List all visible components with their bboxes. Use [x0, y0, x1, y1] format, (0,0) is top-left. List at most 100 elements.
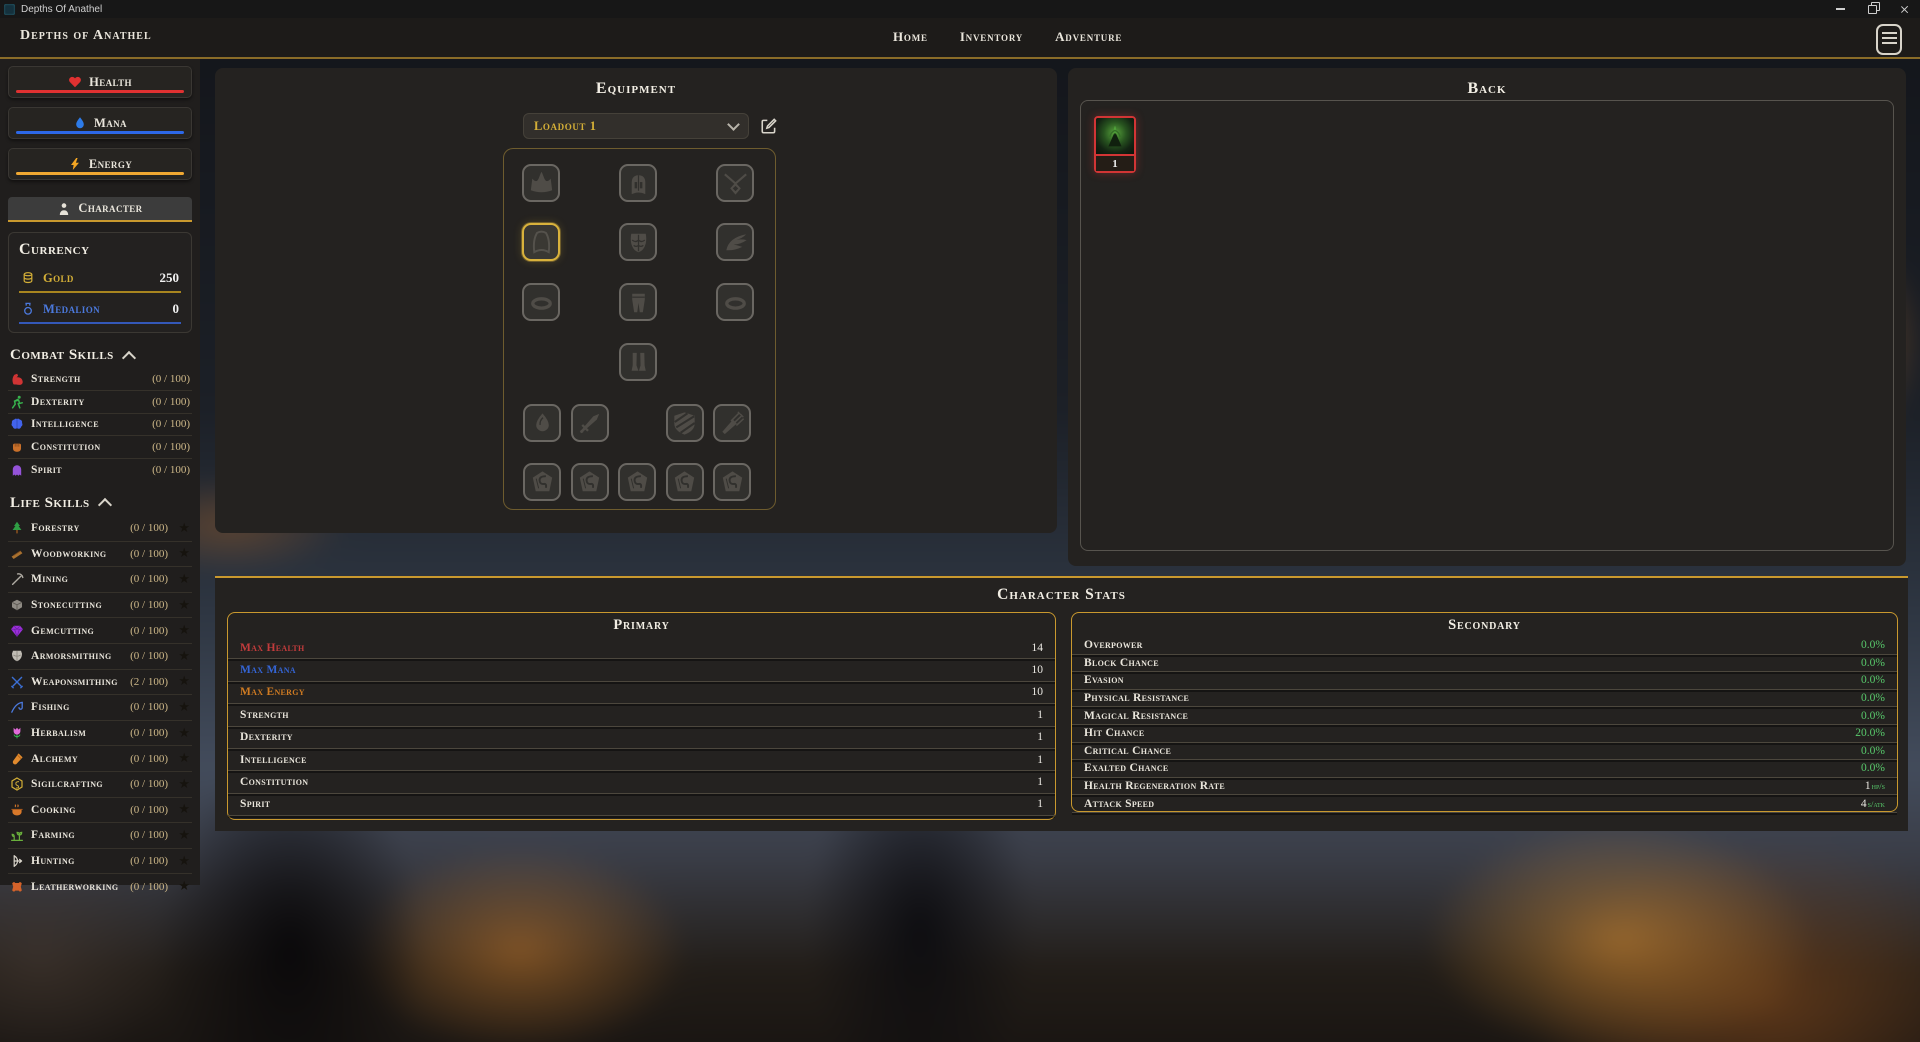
nav-item-inventory[interactable]: Inventory	[960, 29, 1023, 45]
app-window: Depths Of Anathel Depths of Anathel Home…	[0, 0, 1920, 1042]
favorite-star-icon[interactable]: ★	[175, 700, 190, 715]
skill-count: (0 / 100)	[130, 804, 168, 816]
favorite-star-icon[interactable]: ★	[175, 777, 190, 792]
skill-row-armorsmithing[interactable]: Armorsmithing(0 / 100)★	[8, 643, 192, 669]
minimize-button[interactable]	[1824, 0, 1856, 18]
stat-value: 10	[1032, 664, 1044, 676]
skill-row-farming[interactable]: Farming(0 / 100)★	[8, 822, 192, 848]
favorite-star-icon[interactable]: ★	[175, 879, 190, 894]
window-title: Depths Of Anathel	[21, 4, 102, 15]
skill-count: (0 / 100)	[130, 727, 168, 739]
rune-slot-3[interactable]	[618, 463, 656, 501]
person-icon	[57, 202, 71, 216]
sword-slot[interactable]	[571, 404, 609, 442]
favorite-star-icon[interactable]: ★	[175, 802, 190, 817]
ring-right-slot[interactable]	[716, 283, 754, 321]
gloves-slot[interactable]	[716, 223, 754, 261]
main-nav: Depths of Anathel Home Inventory Adventu…	[0, 18, 1920, 59]
amulet-slot[interactable]	[716, 164, 754, 202]
rune-slot-5[interactable]	[713, 463, 751, 501]
combat-skills-header[interactable]: Combat Skills	[10, 347, 192, 364]
shield-slot[interactable]	[666, 404, 704, 442]
favorite-star-icon[interactable]: ★	[175, 649, 190, 664]
energy-label: Energy	[89, 157, 132, 172]
skill-row-weaponsmithing[interactable]: Weaponsmithing(2 / 100)★	[8, 669, 192, 695]
favorite-star-icon[interactable]: ★	[175, 521, 190, 536]
favorite-star-icon[interactable]: ★	[175, 546, 190, 561]
skill-row-forestry[interactable]: Forestry(0 / 100)★	[8, 516, 192, 541]
legs-slot[interactable]	[619, 283, 657, 321]
favorite-star-icon[interactable]: ★	[175, 726, 190, 741]
stat-row-exalted-chance: Exalted Chance0.0%	[1072, 760, 1897, 778]
boots-slot[interactable]	[619, 343, 657, 381]
health-label: Health	[89, 75, 132, 90]
stat-value: 1	[1037, 754, 1043, 766]
favorite-star-icon[interactable]: ★	[175, 623, 190, 638]
circlet-slot[interactable]	[522, 164, 560, 202]
stat-label: Physical Resistance	[1084, 692, 1189, 704]
skill-row-mining[interactable]: Mining(0 / 100)★	[8, 566, 192, 592]
favorite-star-icon[interactable]: ★	[175, 674, 190, 689]
favorite-star-icon[interactable]: ★	[175, 751, 190, 766]
skill-row-herbalism[interactable]: Herbalism(0 / 100)★	[8, 720, 192, 746]
stat-label: Attack Speed	[1084, 798, 1154, 810]
skill-row-fishing[interactable]: Fishing(0 / 100)★	[8, 694, 192, 720]
primary-title: Primary	[228, 613, 1055, 634]
edit-loadout-button[interactable]	[760, 117, 778, 135]
hamburger-menu-icon[interactable]	[1876, 24, 1902, 55]
skill-row-stonecutting[interactable]: Stonecutting(0 / 100)★	[8, 592, 192, 618]
skill-row-gemcutting[interactable]: Gemcutting(0 / 100)★	[8, 617, 192, 643]
character-button[interactable]: Character	[8, 197, 192, 222]
skill-row-alchemy[interactable]: Alchemy(0 / 100)★	[8, 745, 192, 771]
restore-button[interactable]	[1856, 0, 1888, 18]
skill-count: (0 / 100)	[130, 625, 168, 637]
skill-row-constitution[interactable]: Constitution(0 / 100)	[8, 435, 192, 458]
medalion-row: Medalion 0	[19, 298, 181, 324]
skill-row-intelligence[interactable]: Intelligence(0 / 100)	[8, 413, 192, 436]
helmet-slot[interactable]	[619, 164, 657, 202]
nav-item-home[interactable]: Home	[893, 29, 928, 45]
chest-slot[interactable]	[619, 223, 657, 261]
offhand-orb-slot[interactable]	[523, 404, 561, 442]
skill-row-hunting[interactable]: Hunting(0 / 100)★	[8, 848, 192, 874]
equipment-panel: Equipment Loadout 1	[215, 68, 1057, 533]
rune-slot-4[interactable]	[666, 463, 704, 501]
stat-unit: hp/s	[1872, 781, 1885, 791]
quiver-slot[interactable]	[713, 404, 751, 442]
skill-row-strength[interactable]: Strength(0 / 100)	[8, 368, 192, 390]
stat-label: Intelligence	[240, 754, 307, 766]
skill-row-spirit[interactable]: Spirit(0 / 100)	[8, 458, 192, 481]
test-tube-icon	[10, 752, 24, 766]
close-button[interactable]	[1888, 0, 1920, 18]
cloak-slot[interactable]	[522, 223, 560, 261]
life-skills-header[interactable]: Life Skills	[10, 495, 192, 512]
inventory-item[interactable]: 1	[1094, 116, 1136, 173]
ring-left-slot[interactable]	[522, 283, 560, 321]
favorite-star-icon[interactable]: ★	[175, 854, 190, 869]
favorite-star-icon[interactable]: ★	[175, 598, 190, 613]
restore-icon	[1868, 5, 1877, 14]
favorite-star-icon[interactable]: ★	[175, 828, 190, 843]
mana-box[interactable]: Mana	[8, 107, 192, 139]
energy-box[interactable]: Energy	[8, 148, 192, 180]
skill-row-dexterity[interactable]: Dexterity(0 / 100)	[8, 390, 192, 413]
favorite-star-icon[interactable]: ★	[175, 572, 190, 587]
skill-count: (0 / 100)	[130, 753, 168, 765]
rune-slot-2[interactable]	[571, 463, 609, 501]
skill-row-cooking[interactable]: Cooking(0 / 100)★	[8, 797, 192, 823]
skill-name: Sigilcrafting	[31, 778, 103, 790]
nav-item-adventure[interactable]: Adventure	[1055, 29, 1122, 45]
loadout-select[interactable]: Loadout 1	[523, 113, 749, 139]
stat-label: Max Mana	[240, 664, 296, 676]
stat-label: Health Regeneration Rate	[1084, 780, 1225, 792]
health-box[interactable]: Health	[8, 66, 192, 98]
close-icon	[1900, 5, 1909, 14]
skill-row-woodworking[interactable]: Woodworking(0 / 100)★	[8, 541, 192, 567]
skill-name: Strength	[31, 373, 81, 385]
stone-block-icon	[10, 598, 24, 612]
stat-value: 1	[1037, 798, 1043, 810]
rune-slot-1[interactable]	[523, 463, 561, 501]
skill-name: Forestry	[31, 522, 80, 534]
skill-row-leatherworking[interactable]: Leatherworking(0 / 100)★	[8, 873, 192, 899]
skill-row-sigilcrafting[interactable]: Sigilcrafting(0 / 100)★	[8, 771, 192, 797]
